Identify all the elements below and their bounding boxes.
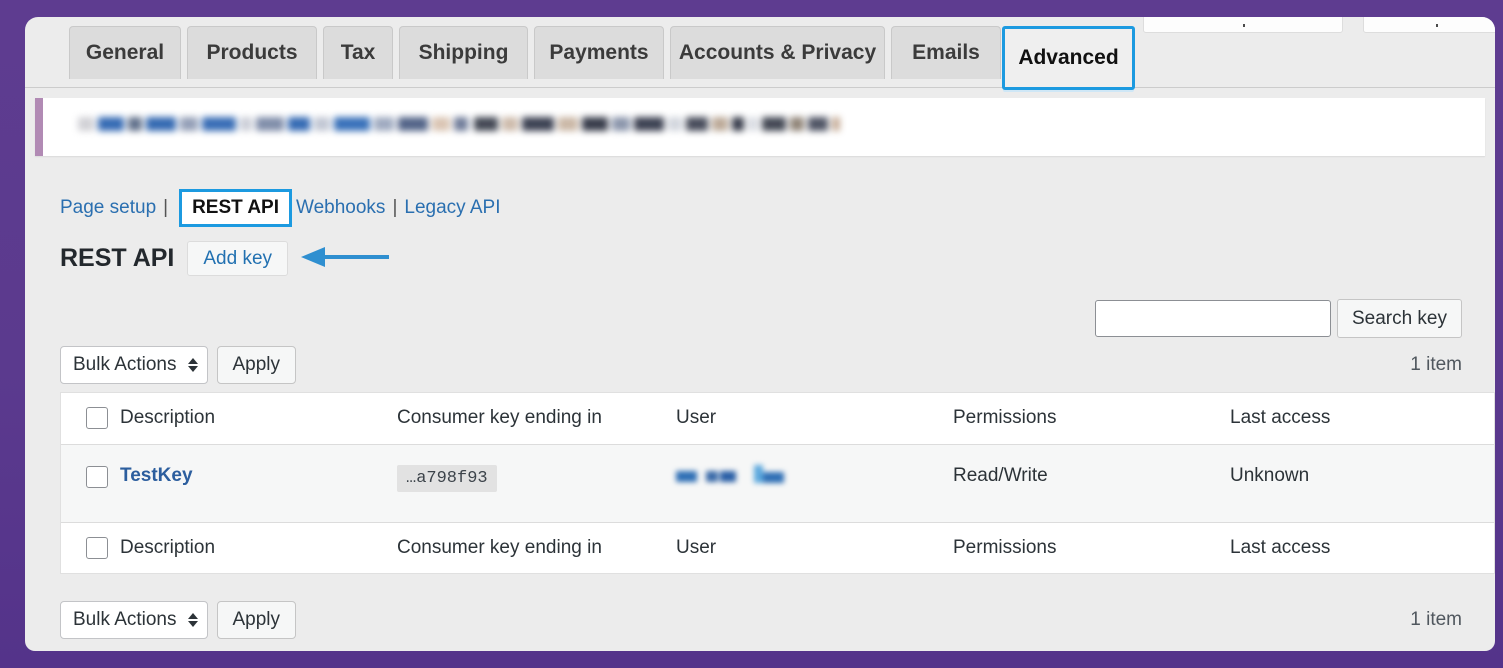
key-description-link[interactable]: TestKey	[120, 465, 193, 486]
tab-tax-label: Tax	[340, 41, 376, 64]
notice-banner	[35, 98, 1485, 156]
item-count-bottom: 1 item	[1410, 609, 1462, 630]
bulk-actions-select-bottom[interactable]: Bulk Actions	[60, 601, 208, 639]
select-all-checkbox-bottom[interactable]	[86, 536, 108, 559]
table-head: Description Consumer key ending in User …	[61, 393, 1494, 444]
subnav-separator-1: |	[163, 197, 169, 218]
tablenav-top: Bulk Actions Apply	[60, 346, 297, 384]
select-all-checkbox-top[interactable]	[86, 407, 108, 430]
apply-button-bottom[interactable]: Apply	[216, 601, 297, 639]
tab-shipping[interactable]: Shipping	[399, 26, 528, 79]
annotation-arrow-icon	[301, 247, 389, 267]
page-header: REST API Add key	[60, 241, 289, 276]
table-footer-row: Description Consumer key ending in User …	[61, 522, 1494, 573]
cell-permissions: Read/Write	[953, 464, 1048, 486]
tab-general-label: General	[85, 41, 165, 64]
select-updown-icon-bottom	[187, 613, 198, 627]
search-input[interactable]	[1094, 300, 1331, 337]
footer-description[interactable]: Description	[120, 522, 397, 573]
tab-shipping-label: Shipping	[418, 41, 509, 64]
subnav-webhooks[interactable]: Webhooks	[296, 197, 385, 219]
cell-description: TestKey	[120, 444, 397, 522]
header-consumer-key[interactable]: Consumer key ending in	[397, 393, 676, 444]
bulk-actions-label-bottom: Bulk Actions	[73, 609, 177, 630]
subnav-rest-api[interactable]: REST API	[179, 189, 292, 227]
tab-payments[interactable]: Payments	[534, 26, 664, 79]
header-description[interactable]: Description	[120, 393, 397, 444]
tab-tax[interactable]: Tax	[323, 26, 393, 79]
row-checkbox[interactable]	[86, 465, 108, 488]
select-all-footer	[61, 522, 120, 573]
settings-card: General Products Tax Shipping Payments A…	[25, 17, 1495, 651]
subnav-page-setup[interactable]: Page setup	[60, 197, 156, 219]
bulk-actions-label-top: Bulk Actions	[73, 354, 177, 375]
api-keys-table: Description Consumer key ending in User …	[60, 392, 1495, 574]
apply-button-top[interactable]: Apply	[216, 346, 297, 384]
subnav: Page setup | REST API Webhooks | Legacy …	[60, 189, 501, 227]
tab-products[interactable]: Products	[187, 26, 317, 79]
tab-advanced-label: Advanced	[1018, 46, 1119, 69]
cell-last-access: Unknown	[1230, 464, 1310, 486]
tab-accounts-privacy[interactable]: Accounts & Privacy	[670, 26, 885, 79]
tab-general[interactable]: General	[69, 26, 181, 79]
subnav-separator-2: |	[392, 197, 398, 218]
header-permissions[interactable]: Permissions	[953, 393, 1230, 444]
tab-payments-label: Payments	[549, 41, 649, 64]
settings-tab-bar: General Products Tax Shipping Payments A…	[25, 26, 1495, 98]
subnav-legacy-api[interactable]: Legacy API	[404, 197, 500, 219]
table-header-row: Description Consumer key ending in User …	[61, 393, 1494, 444]
consumer-key-value: …a798f93	[397, 464, 497, 492]
screenshot-root: General Products Tax Shipping Payments A…	[0, 0, 1503, 668]
tab-products-label: Products	[206, 41, 298, 64]
search-key-button[interactable]: Search key	[1336, 299, 1462, 338]
select-updown-icon-top	[187, 358, 198, 372]
table-foot: Description Consumer key ending in User …	[61, 522, 1494, 573]
tab-advanced[interactable]: Advanced	[1002, 26, 1135, 90]
header-user[interactable]: User	[676, 393, 953, 444]
cell-user	[676, 444, 953, 522]
table-body: TestKey …a798f93 Read/Write Unknown	[61, 444, 1494, 522]
footer-consumer-key[interactable]: Consumer key ending in	[397, 522, 676, 573]
table-row: TestKey …a798f93 Read/Write Unknown	[61, 444, 1494, 522]
add-key-button[interactable]: Add key	[187, 241, 289, 276]
tab-emails-label: Emails	[912, 41, 980, 64]
footer-user[interactable]: User	[676, 522, 953, 573]
page-title: REST API	[60, 244, 175, 272]
select-all-header	[61, 393, 120, 444]
footer-last-access[interactable]: Last access	[1230, 522, 1494, 573]
notice-blurred-text	[78, 112, 840, 138]
row-select-cell	[61, 444, 120, 522]
item-count-top: 1 item	[1410, 354, 1462, 375]
footer-permissions[interactable]: Permissions	[953, 522, 1230, 573]
tablenav-bottom: Bulk Actions Apply	[60, 601, 297, 639]
tab-emails[interactable]: Emails	[891, 26, 1001, 79]
tab-accounts-privacy-label: Accounts & Privacy	[678, 41, 877, 64]
user-redacted	[676, 464, 784, 487]
cell-consumer-key: …a798f93	[397, 444, 676, 522]
bulk-actions-select-top[interactable]: Bulk Actions	[60, 346, 208, 384]
search-row: Search key	[1094, 299, 1462, 338]
header-last-access[interactable]: Last access	[1230, 393, 1494, 444]
